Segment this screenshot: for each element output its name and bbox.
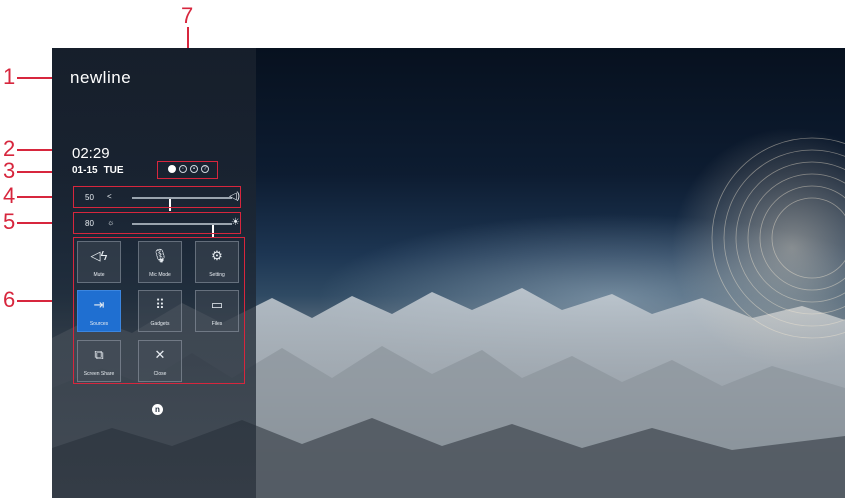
callout-3: 3 bbox=[3, 158, 16, 183]
callout-6-box bbox=[73, 237, 245, 384]
callout-2: 2 bbox=[3, 136, 16, 161]
callout-6: 6 bbox=[3, 287, 16, 312]
date-value: 01-15 bbox=[72, 165, 98, 176]
callout-5: 5 bbox=[3, 209, 16, 234]
clock-time: 02:29 bbox=[72, 145, 110, 162]
date-display: 01-15 TUE bbox=[72, 165, 124, 176]
newline-logo: newline bbox=[70, 68, 132, 87]
assistant-icon[interactable]: n bbox=[152, 404, 163, 415]
callout-7-box bbox=[157, 161, 218, 179]
callout-7: 7 bbox=[181, 3, 194, 28]
callout-5-box bbox=[73, 212, 241, 234]
weekday: TUE bbox=[103, 165, 124, 176]
callout-4: 4 bbox=[3, 183, 16, 208]
callout-4-box bbox=[73, 186, 241, 208]
callout-1: 1 bbox=[3, 64, 16, 89]
